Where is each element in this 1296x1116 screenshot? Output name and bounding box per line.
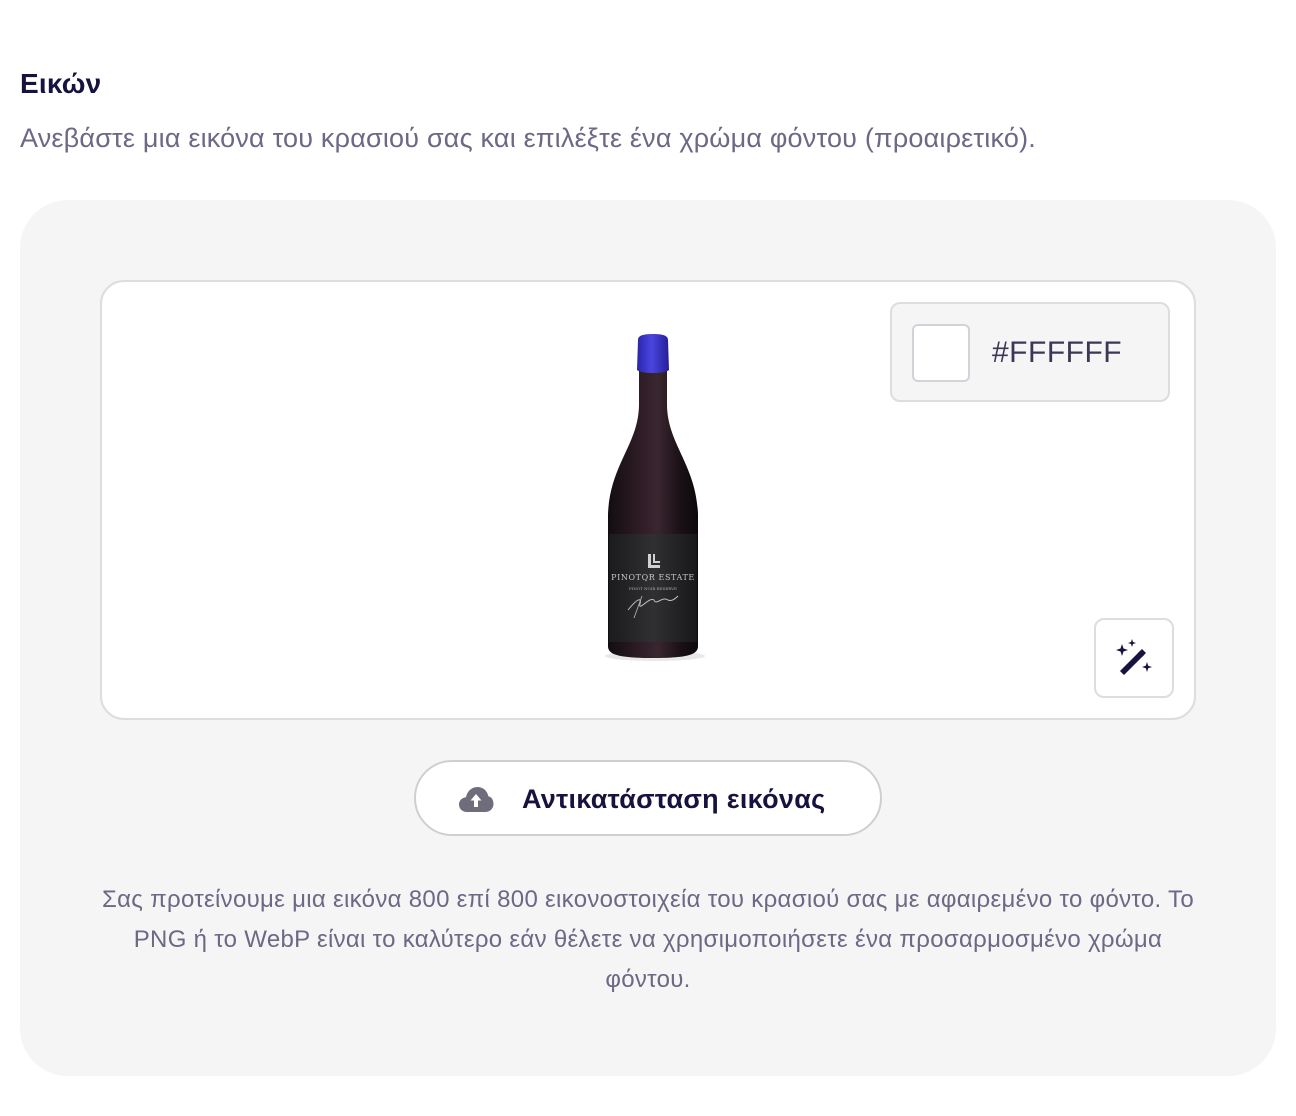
- image-guidelines-text: Σας προτείνουμε μια εικόνα 800 επί 800 ε…: [102, 886, 1194, 993]
- section-title: Εικών: [20, 68, 102, 99]
- background-color-picker[interactable]: #FFFFFF: [890, 302, 1170, 402]
- replace-image-label: Αντικατάσταση εικόνας: [522, 784, 826, 814]
- color-swatch[interactable]: [912, 324, 970, 382]
- magic-wand-icon: [1116, 639, 1152, 675]
- remove-background-button[interactable]: [1094, 618, 1174, 698]
- cloud-upload-icon: [459, 787, 494, 812]
- image-preview-frame: PINOTQR ESTATE PINOT NOIR RESERVE #FFFFF…: [100, 280, 1196, 720]
- section-subtitle: Ανεβάστε μια εικόνα του κρασιού σας και …: [20, 123, 1036, 153]
- svg-text:PINOTQR ESTATE: PINOTQR ESTATE: [611, 573, 695, 582]
- replace-image-button[interactable]: Αντικατάσταση εικόνας: [414, 760, 882, 836]
- svg-text:PINOT NOIR RESERVE: PINOT NOIR RESERVE: [629, 586, 677, 591]
- image-upload-panel: PINOTQR ESTATE PINOT NOIR RESERVE #FFFFF…: [20, 200, 1276, 1076]
- color-hex-value[interactable]: #FFFFFF: [992, 332, 1122, 374]
- wine-bottle-image: PINOTQR ESTATE PINOT NOIR RESERVE: [605, 334, 705, 661]
